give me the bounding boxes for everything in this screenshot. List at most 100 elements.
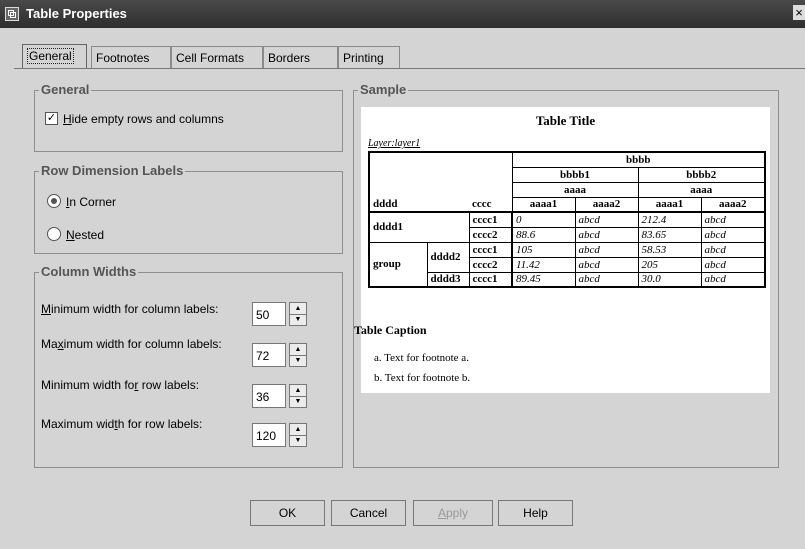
pivot-aaaa: aaaa bbox=[511, 182, 638, 198]
pivot-cell: abcd bbox=[700, 257, 767, 273]
tab-footnotes[interactable]: Footnotes bbox=[91, 46, 171, 68]
hide-empty-mnemonic: H bbox=[63, 112, 72, 126]
sample-footnote: b. Text for footnote b. bbox=[374, 372, 471, 384]
pivot-cell: abcd bbox=[574, 257, 638, 273]
max-column-width-spinner[interactable]: ▲ ▼ bbox=[289, 343, 307, 367]
title-bar: Table Properties × bbox=[0, 0, 805, 28]
pivot-row-sub: cccc bbox=[469, 197, 512, 213]
pivot-cell: 58.53 bbox=[637, 242, 701, 258]
min-row-width-label: Minimum width for row labels: bbox=[41, 378, 199, 392]
max-row-width-label: Maximum width for row labels: bbox=[41, 417, 202, 431]
pivot-col-dim: bbbb bbox=[511, 151, 767, 168]
pivot-cell: abcd bbox=[574, 227, 638, 243]
pivot-cell: 88.6 bbox=[511, 227, 575, 243]
pivot-row-label: cccc2 bbox=[468, 257, 512, 273]
min-column-width-label: Minimum width for column labels: bbox=[41, 302, 218, 316]
in-corner-label: In Corner bbox=[66, 195, 116, 209]
spin-down-icon[interactable]: ▼ bbox=[290, 314, 306, 325]
min-row-width-input[interactable]: 36 bbox=[252, 384, 286, 408]
max-row-width-pre: Maximum wid bbox=[41, 417, 115, 431]
column-widths-group: Column Widths Minimum width for column l… bbox=[34, 264, 343, 468]
row-dimension-labels-group: Row Dimension Labels In Corner Nested bbox=[34, 163, 343, 254]
pivot-row-label: cccc1 bbox=[468, 212, 512, 228]
spin-down-icon[interactable]: ▼ bbox=[290, 355, 306, 366]
max-column-width-label: Maximum width for column labels: bbox=[41, 337, 222, 351]
ok-button[interactable]: OK bbox=[250, 500, 325, 526]
min-column-width-post: inimum width for column labels: bbox=[51, 302, 219, 316]
pivot-cell: abcd bbox=[574, 272, 638, 288]
min-row-width-spinner[interactable]: ▲ ▼ bbox=[289, 384, 307, 408]
pivot-cell: abcd bbox=[700, 227, 767, 243]
pivot-col-sub: bbbb1 bbox=[511, 167, 638, 183]
hide-empty-checkbox[interactable]: ✓ bbox=[45, 112, 58, 125]
tab-cell-formats-label: Cell Formats bbox=[176, 51, 245, 65]
min-row-width-post: row labels: bbox=[138, 378, 200, 392]
max-row-width-post: h for row labels: bbox=[117, 417, 203, 431]
close-icon[interactable]: × bbox=[793, 5, 805, 20]
column-widths-legend: Column Widths bbox=[39, 264, 139, 279]
pivot-row-label: cccc2 bbox=[468, 227, 512, 243]
pivot-row-dim: dddd bbox=[368, 197, 469, 213]
pivot-row-subgroup: dddd2 bbox=[426, 242, 469, 273]
sample-legend: Sample bbox=[358, 82, 409, 97]
sample-footnote: a. Text for footnote a. bbox=[374, 352, 469, 364]
pivot-col-leaf: aaaa2 bbox=[574, 197, 638, 213]
pivot-corner bbox=[368, 151, 512, 197]
pivot-cell: abcd bbox=[574, 212, 638, 228]
general-group: General ✓ Hide empty rows and columns bbox=[34, 82, 343, 152]
cancel-button[interactable]: Cancel bbox=[331, 500, 406, 526]
pivot-cell: abcd bbox=[700, 272, 767, 288]
help-button[interactable]: Help bbox=[498, 500, 573, 526]
max-column-width-post: imum width for column labels: bbox=[63, 337, 222, 351]
tab-footnotes-label: Footnotes bbox=[96, 51, 150, 65]
max-row-width-spinner[interactable]: ▲ ▼ bbox=[289, 423, 307, 447]
pivot-cell: 105 bbox=[511, 242, 575, 258]
pivot-cell: 30.0 bbox=[637, 272, 701, 288]
apply-text: pply bbox=[446, 506, 469, 520]
table-properties-icon bbox=[5, 7, 19, 21]
tab-general-label: General bbox=[27, 48, 74, 64]
tab-borders-label: Borders bbox=[268, 51, 311, 65]
max-row-width-input[interactable]: 120 bbox=[252, 423, 286, 447]
in-corner-radio[interactable] bbox=[47, 194, 61, 208]
tab-borders[interactable]: Borders bbox=[263, 46, 338, 68]
min-row-width-pre: Minimum width fo bbox=[41, 378, 135, 392]
pivot-col-sub: bbbb2 bbox=[637, 167, 767, 183]
pivot-cell: abcd bbox=[700, 212, 767, 228]
pivot-aaaa: aaaa bbox=[637, 182, 767, 198]
pivot-col-leaf: aaaa1 bbox=[511, 197, 575, 213]
nested-text: ested bbox=[74, 228, 105, 242]
pivot-cell: 205 bbox=[637, 257, 701, 273]
tab-general[interactable]: General bbox=[22, 44, 87, 69]
min-column-width-spinner[interactable]: ▲ ▼ bbox=[289, 302, 307, 326]
pivot-row-subgroup: dddd3 bbox=[426, 272, 469, 288]
pivot-cell: 83.65 bbox=[637, 227, 701, 243]
pivot-cell: 89.45 bbox=[511, 272, 575, 288]
min-column-width-input[interactable]: 50 bbox=[252, 302, 286, 326]
pivot-row-group: dddd1 bbox=[368, 212, 469, 243]
sample-preview: Table Title Layer:layer1 bbbb bbbb1 bbbb… bbox=[354, 107, 770, 393]
window-title: Table Properties bbox=[26, 6, 127, 21]
tab-printing[interactable]: Printing bbox=[338, 46, 400, 68]
pivot-row-label: cccc1 bbox=[468, 272, 512, 288]
spin-down-icon[interactable]: ▼ bbox=[290, 435, 306, 446]
max-column-width-input[interactable]: 72 bbox=[252, 343, 286, 367]
sample-pivot-table: bbbb bbbb1 bbbb2 aaaa aaaa dddd cccc aaa… bbox=[368, 151, 767, 288]
pivot-col-leaf: aaaa2 bbox=[700, 197, 767, 213]
apply-mnemonic: A bbox=[437, 506, 446, 520]
apply-button[interactable]: Apply bbox=[413, 500, 493, 526]
tab-divider bbox=[14, 68, 805, 69]
nested-label: Nested bbox=[66, 228, 104, 242]
pivot-cell: 212.4 bbox=[637, 212, 701, 228]
nested-radio[interactable] bbox=[47, 227, 61, 241]
hide-empty-text: ide empty rows and columns bbox=[71, 112, 224, 126]
pivot-cell: 11.42 bbox=[511, 257, 575, 273]
spin-down-icon[interactable]: ▼ bbox=[290, 396, 306, 407]
sample-table-title: Table Title bbox=[535, 113, 596, 128]
pivot-cell: abcd bbox=[574, 242, 638, 258]
max-column-width-pre: Ma bbox=[41, 337, 58, 351]
min-column-width-mnemonic: M bbox=[41, 302, 51, 316]
tab-cell-formats[interactable]: Cell Formats bbox=[171, 46, 263, 68]
pivot-cell: abcd bbox=[700, 242, 767, 258]
sample-layer-label: Layer:layer1 bbox=[368, 138, 421, 149]
